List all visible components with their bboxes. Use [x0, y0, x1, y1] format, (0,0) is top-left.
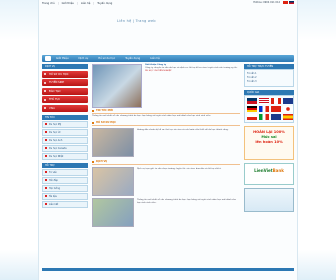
france-flag-icon[interactable]	[259, 106, 269, 112]
country-flags	[244, 95, 294, 123]
sidebar-link[interactable]: Học bổng	[42, 184, 88, 192]
japan-flag-icon[interactable]	[283, 106, 293, 112]
singapore-flag-icon[interactable]	[247, 114, 257, 120]
section-title[interactable]: HỒ SƠ DU HỌC	[92, 121, 240, 127]
site-logo[interactable]: Liên hệ | Trang web	[117, 19, 156, 23]
section-photo[interactable]	[92, 128, 134, 158]
support-box: Tư vấn 1 Tư vấn 2 Tư vấn 3	[244, 69, 294, 87]
china-flag-icon[interactable]	[271, 106, 281, 112]
sidebar-heading: DỊCH VỤ	[42, 64, 88, 69]
vietnam-flag-icon[interactable]	[283, 1, 288, 4]
nav-about[interactable]: Giới thiệu	[59, 2, 77, 5]
section-text: Dịch vụ trọn gói: tư vấn chọn trường, lu…	[137, 168, 222, 171]
nav-home[interactable]: Trang chủ	[39, 2, 58, 5]
sidebar-link[interactable]: Du học Mỹ	[42, 120, 88, 128]
uk-flag-icon[interactable]	[247, 98, 257, 104]
menu-item[interactable]: Hồ sơ du học	[93, 57, 120, 60]
sidebar-link[interactable]: Tư vấn	[42, 168, 88, 176]
sidebar-item[interactable]: THỦ TỤC	[42, 96, 88, 103]
intro-block: Giới thiệu Công ty Công ty chuyên tư vấn…	[92, 64, 240, 108]
left-sidebar: DỊCH VỤ HỒ SƠ DU HỌC TUYỂN SINH ĐÀO TẠO …	[42, 64, 88, 209]
section-body: Dịch vụ trọn gói: tư vấn chọn trường, lu…	[92, 167, 240, 197]
english-flag-icon[interactable]	[289, 1, 294, 4]
bank-banner[interactable]: LienVietBank	[244, 163, 294, 185]
nav-jobs[interactable]: Tuyển dụng	[94, 2, 115, 5]
promo-line: lên hoàn 10%	[255, 140, 283, 144]
bottom-banner[interactable]	[244, 188, 294, 212]
hotline-text: Hotline: 0904 011 012	[253, 1, 280, 4]
promo-banner[interactable]: HOÀN LẠI 100% Mức sai lên hoàn 10%	[244, 126, 294, 160]
section-body: Thông tin mới nhất về các chương trình d…	[92, 198, 240, 228]
nav-contact[interactable]: Liên hệ	[78, 2, 93, 5]
menu-item[interactable]: Tuyển dụng	[120, 57, 145, 60]
section-photo[interactable]	[92, 167, 134, 197]
menu-item[interactable]: Giới thiệu	[51, 57, 73, 60]
sidebar-heading: TIN TỨC	[42, 114, 88, 120]
intro-text: Giới thiệu Công ty Công ty chuyên tư vấn…	[145, 64, 240, 106]
section-title[interactable]: TIN TỨC MỚI	[92, 109, 240, 114]
sidebar-link[interactable]: Du học Canada	[42, 144, 88, 152]
section-text: Thông tin mới nhất về các chương trình d…	[92, 115, 211, 117]
italy-flag-icon[interactable]	[259, 114, 269, 120]
nz-flag-icon[interactable]	[271, 114, 281, 120]
page-container: Trang chủ | Giới thiệu | Liên hệ | Tuyển dụ…	[38, 0, 298, 280]
section-text: Thông tin mới nhất về các chương trình d…	[137, 199, 236, 205]
sidebar-item[interactable]: VISA	[42, 104, 88, 112]
section-text: Hướng dẫn chuẩn bị hồ sơ, thủ tục xin vi…	[137, 129, 229, 132]
sidebar-heading: HỖ TRỢ	[42, 162, 88, 168]
services-section: DỊCH VỤ Dịch vụ trọn gói: tư vấn chọn tr…	[92, 160, 240, 228]
sidebar-link[interactable]: Hỏi đáp	[42, 176, 88, 184]
intro-photo	[92, 64, 142, 108]
bank-logo: LienVietBank	[254, 168, 284, 173]
right-sidebar: HỖ TRỢ TRỰC TUYẾN Tư vấn 1 Tư vấn 2 Tư v…	[244, 64, 294, 212]
us-flag-icon[interactable]	[259, 98, 269, 104]
sidebar-link[interactable]: Tài liệu	[42, 192, 88, 200]
main-menu: Giới thiệu Dịch vụ Hồ sơ du học Tuyển dụ…	[42, 55, 294, 62]
australia-flag-icon[interactable]	[283, 98, 293, 104]
sidebar-item[interactable]: TUYỂN SINH	[42, 79, 88, 86]
germany-flag-icon[interactable]	[247, 106, 257, 112]
sidebar-link[interactable]: Du học Úc	[42, 128, 88, 136]
section-title[interactable]: DỊCH VỤ	[92, 160, 240, 166]
sidebar-link[interactable]: Du học Anh	[42, 136, 88, 144]
footer-bar	[42, 268, 294, 271]
menu-item[interactable]: Liên hệ	[145, 57, 164, 60]
menu-item[interactable]: Dịch vụ	[73, 57, 93, 60]
sidebar-item[interactable]: ĐÀO TẠO	[42, 87, 88, 95]
section-body: Hướng dẫn chuẩn bị hồ sơ, thủ tục xin vi…	[92, 128, 240, 158]
sidebar-link[interactable]: Du học Nhật	[42, 152, 88, 160]
news-section: TIN TỨC MỚI Thông tin mới nhất về các ch…	[92, 109, 240, 118]
spain-flag-icon[interactable]	[283, 114, 293, 120]
intro-highlight[interactable]: DU HỌC CHUYÊN NGHIỆP	[145, 70, 240, 73]
section-photo[interactable]	[92, 198, 134, 228]
language-flags: Hotline: 0904 011 012	[253, 1, 294, 4]
sidebar-item[interactable]: HỒ SƠ DU HỌC	[42, 70, 88, 78]
sidebar-link[interactable]: Liên kết	[42, 200, 88, 208]
support-item[interactable]: Tư vấn 3	[247, 80, 291, 84]
main-content: Giới thiệu Công ty Công ty chuyên tư vấn…	[92, 64, 240, 228]
profile-section: HỒ SƠ DU HỌC Hướng dẫn chuẩn bị hồ sơ, t…	[92, 121, 240, 158]
canada-flag-icon[interactable]	[271, 98, 281, 104]
